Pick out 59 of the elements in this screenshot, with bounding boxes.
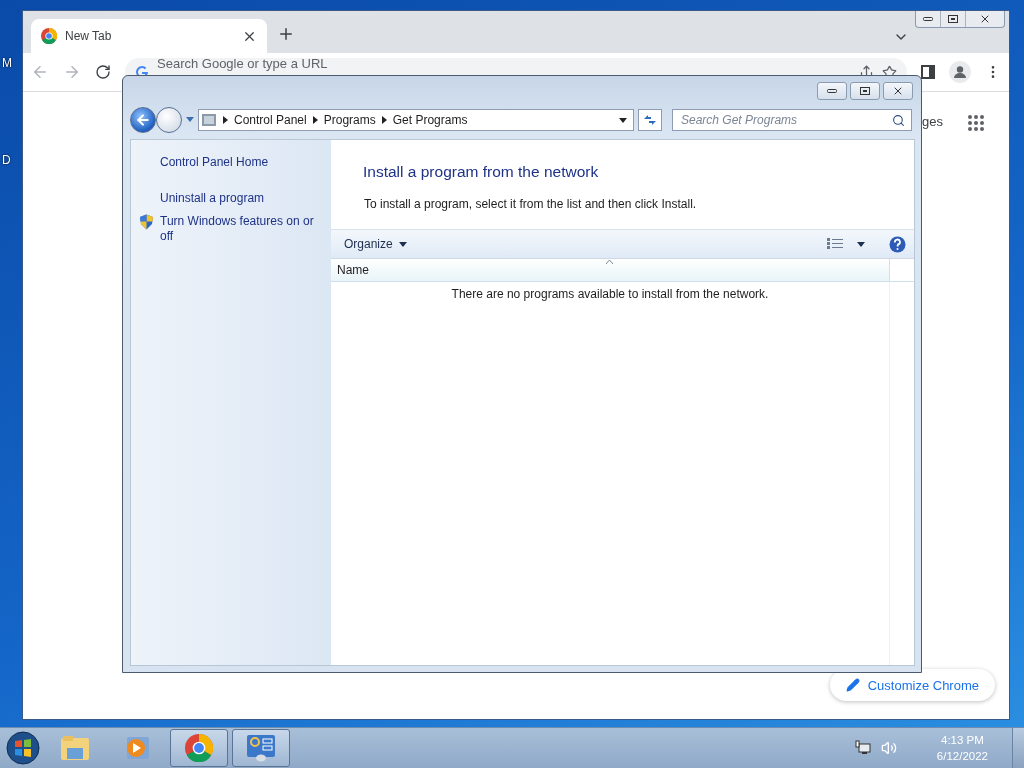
taskbar-button[interactable] <box>232 729 290 767</box>
browser-tab[interactable]: New Tab <box>31 19 267 53</box>
refresh-icon <box>643 114 657 126</box>
control-panel-icon <box>201 112 217 128</box>
caret-icon <box>398 241 407 247</box>
breadcrumb[interactable]: Get Programs <box>392 113 468 127</box>
pencil-icon <box>845 678 860 692</box>
organize-button[interactable]: Organize <box>344 237 407 251</box>
desktop-icon-label: M <box>2 56 12 70</box>
dropdown-icon[interactable] <box>857 241 865 247</box>
chrome-icon <box>41 28 57 44</box>
tab-title: New Tab <box>65 29 113 43</box>
side-panel-icon[interactable] <box>921 65 935 79</box>
desktop-icon-label: D <box>2 153 11 167</box>
minimize-icon <box>827 89 837 93</box>
chrome-icon <box>185 734 213 762</box>
address-bar[interactable]: Control Panel Programs Get Programs <box>198 109 634 131</box>
close-button[interactable] <box>883 82 913 100</box>
apps-grid-icon[interactable] <box>967 114 985 132</box>
shield-icon <box>139 214 154 230</box>
taskbar-button[interactable] <box>170 729 228 767</box>
control-panel-icon <box>245 734 277 762</box>
sort-caret-icon <box>606 260 613 264</box>
sidebar-link[interactable]: Control Panel Home <box>160 155 322 170</box>
profile-icon[interactable] <box>949 61 971 83</box>
breadcrumb[interactable]: Programs <box>323 113 376 127</box>
customize-chrome-button[interactable]: Customize Chrome <box>829 669 995 701</box>
dropdown-icon[interactable] <box>619 117 627 123</box>
breadcrumb-arrow-icon[interactable] <box>381 116 387 124</box>
folder-icon <box>60 735 90 761</box>
minimize-button[interactable] <box>817 82 847 100</box>
view-options-icon[interactable] <box>827 238 843 250</box>
empty-message: There are no programs available to install from the network. <box>451 287 769 303</box>
close-icon <box>892 85 904 97</box>
sidebar-link[interactable]: Turn Windows features on or off <box>160 214 322 244</box>
sidebar-link[interactable]: Uninstall a program <box>160 191 322 206</box>
forward-button[interactable] <box>156 107 182 133</box>
refresh-button[interactable] <box>638 109 662 131</box>
caret-icon[interactable] <box>186 117 194 123</box>
breadcrumb-arrow-icon[interactable] <box>223 116 228 124</box>
help-icon[interactable] <box>889 235 906 253</box>
restore-icon <box>860 87 870 95</box>
search-field[interactable]: Search Get Programs <box>672 109 912 131</box>
close-icon <box>979 13 991 25</box>
minimize-icon <box>923 17 933 21</box>
start-button[interactable] <box>4 729 42 767</box>
page-heading: Install a program from the network <box>363 163 600 181</box>
column-header[interactable]: Name <box>331 259 890 281</box>
page-description: To install a program, select it from the list and then click Install. <box>364 197 698 211</box>
network-icon[interactable] <box>854 740 871 756</box>
breadcrumb-arrow-icon[interactable] <box>312 116 318 124</box>
reload-icon[interactable] <box>95 64 111 80</box>
breadcrumb[interactable]: Control Panel <box>234 113 307 127</box>
new-tab-icon[interactable] <box>277 25 295 43</box>
restore-icon <box>948 15 958 23</box>
maximize-button[interactable] <box>850 82 880 100</box>
back-button[interactable] <box>130 107 156 133</box>
search-icon[interactable] <box>892 113 905 127</box>
images-link[interactable]: ges <box>922 114 943 129</box>
